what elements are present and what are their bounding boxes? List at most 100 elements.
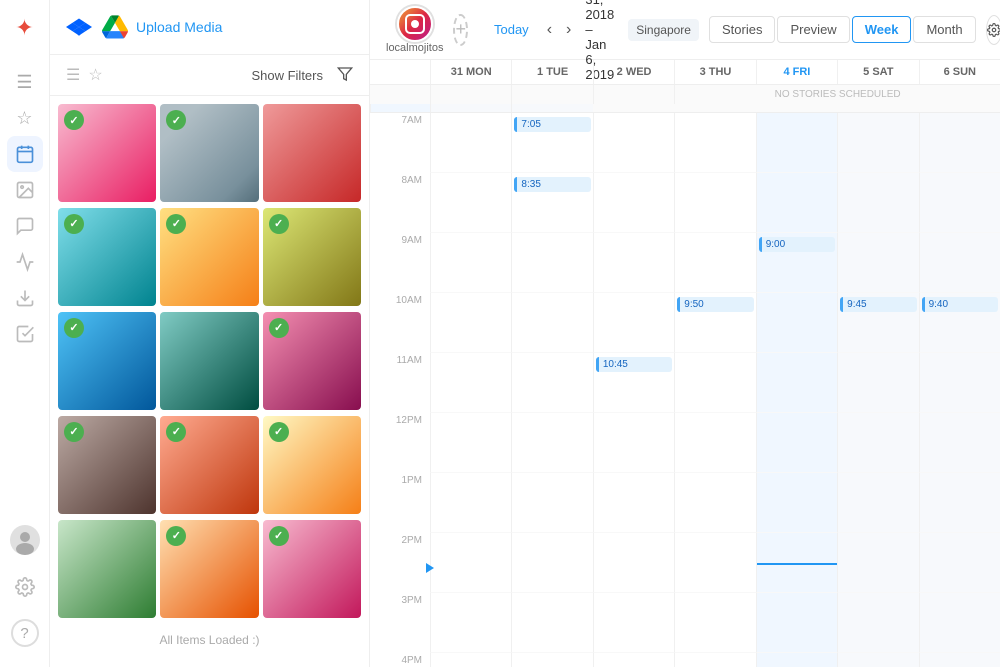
star-filter-icon[interactable]: ☆ xyxy=(88,65,102,85)
cal-cell[interactable] xyxy=(919,233,1000,293)
photo-item[interactable]: ✓ xyxy=(263,520,361,618)
cal-cell[interactable] xyxy=(430,533,511,593)
cal-cell[interactable] xyxy=(593,473,674,533)
show-filters-label[interactable]: Show Filters xyxy=(251,68,323,83)
cal-cell[interactable] xyxy=(593,593,674,653)
cal-cell[interactable] xyxy=(593,173,674,233)
cal-cell[interactable] xyxy=(919,353,1000,413)
calendar-event[interactable]: 7:05 xyxy=(514,117,590,132)
analytics-icon[interactable] xyxy=(7,244,43,280)
cal-cell[interactable]: 10:45 xyxy=(593,353,674,413)
cal-cell[interactable] xyxy=(430,593,511,653)
cal-cell[interactable] xyxy=(756,113,837,173)
cal-cell[interactable] xyxy=(674,653,755,667)
cal-cell[interactable] xyxy=(919,413,1000,473)
cal-cell[interactable] xyxy=(756,533,837,593)
photo-item[interactable]: ✓ xyxy=(160,416,258,514)
cal-cell[interactable]: 9:00 xyxy=(756,233,837,293)
cal-cell[interactable]: 9:40 xyxy=(919,293,1000,353)
cal-cell[interactable] xyxy=(593,113,674,173)
cal-cell[interactable] xyxy=(919,173,1000,233)
photo-item[interactable]: ✓ xyxy=(58,416,156,514)
cal-cell[interactable] xyxy=(511,473,592,533)
dropbox-icon[interactable] xyxy=(66,14,92,40)
help-icon[interactable]: ? xyxy=(11,619,39,647)
cal-cell[interactable] xyxy=(430,473,511,533)
photo-item[interactable] xyxy=(160,312,258,410)
calendar-event[interactable]: 10:45 xyxy=(596,357,672,372)
add-account-button[interactable]: + xyxy=(453,14,468,46)
account-wrapper[interactable]: localmojitos xyxy=(386,6,443,54)
calendar-icon[interactable] xyxy=(7,136,43,172)
calendar-event[interactable]: 9:00 xyxy=(759,237,835,252)
view-month-button[interactable]: Month xyxy=(913,16,975,43)
account-avatar[interactable] xyxy=(397,6,433,42)
photo-item[interactable]: ✓ xyxy=(160,104,258,202)
cal-cell[interactable] xyxy=(837,233,918,293)
cal-cell[interactable] xyxy=(511,533,592,593)
cal-cell[interactable] xyxy=(919,653,1000,667)
cal-cell[interactable] xyxy=(919,593,1000,653)
filter-icon[interactable] xyxy=(337,66,353,85)
google-drive-icon[interactable] xyxy=(102,14,128,40)
photo-item[interactable] xyxy=(58,520,156,618)
cal-cell[interactable]: 9:50 xyxy=(674,293,755,353)
cal-cell[interactable] xyxy=(837,653,918,667)
image-icon[interactable] xyxy=(7,172,43,208)
cal-cell[interactable] xyxy=(674,113,755,173)
cal-cell[interactable] xyxy=(837,593,918,653)
calendar-event[interactable]: 9:45 xyxy=(840,297,916,312)
tasks-icon[interactable] xyxy=(7,316,43,352)
cal-cell[interactable] xyxy=(919,113,1000,173)
calendar-event[interactable]: 9:50 xyxy=(677,297,753,312)
view-preview-button[interactable]: Preview xyxy=(777,16,849,43)
view-stories-button[interactable]: Stories xyxy=(709,16,775,43)
photo-item[interactable]: ✓ xyxy=(58,104,156,202)
cal-cell[interactable] xyxy=(674,353,755,413)
cal-cell[interactable] xyxy=(593,293,674,353)
cal-cell[interactable] xyxy=(837,533,918,593)
cal-cell[interactable] xyxy=(837,413,918,473)
cal-cell[interactable]: 8:35 xyxy=(511,173,592,233)
star-icon[interactable]: ☆ xyxy=(7,100,43,136)
calendar-event[interactable]: 8:35 xyxy=(514,177,590,192)
cal-cell[interactable] xyxy=(674,593,755,653)
cal-cell[interactable] xyxy=(430,353,511,413)
calendar-settings-button[interactable] xyxy=(986,15,1000,45)
cal-cell[interactable] xyxy=(837,473,918,533)
calendar-event[interactable]: 9:40 xyxy=(922,297,998,312)
prev-button[interactable]: ‹ xyxy=(543,17,556,43)
cal-cell[interactable] xyxy=(511,653,592,667)
chat-icon[interactable] xyxy=(7,208,43,244)
photo-item[interactable]: ✓ xyxy=(160,208,258,306)
cal-cell[interactable] xyxy=(511,353,592,413)
photo-item[interactable]: ✓ xyxy=(160,520,258,618)
cal-cell[interactable] xyxy=(756,293,837,353)
cal-cell[interactable] xyxy=(430,293,511,353)
cal-cell[interactable] xyxy=(674,413,755,473)
download-icon[interactable] xyxy=(7,280,43,316)
settings-icon[interactable] xyxy=(7,569,43,605)
cal-cell[interactable] xyxy=(593,233,674,293)
cal-cell[interactable] xyxy=(593,413,674,473)
cal-cell[interactable] xyxy=(837,353,918,413)
cal-cell[interactable]: 7:05 xyxy=(511,113,592,173)
cal-cell[interactable] xyxy=(674,233,755,293)
cal-cell[interactable] xyxy=(756,173,837,233)
cal-cell[interactable] xyxy=(674,533,755,593)
hamburger-icon[interactable]: ☰ xyxy=(66,65,80,85)
photo-item[interactable] xyxy=(263,104,361,202)
photo-item[interactable]: ✓ xyxy=(263,312,361,410)
cal-cell[interactable] xyxy=(430,653,511,667)
cal-cell[interactable] xyxy=(674,473,755,533)
cal-cell[interactable] xyxy=(919,533,1000,593)
cal-cell[interactable] xyxy=(511,233,592,293)
cal-cell[interactable] xyxy=(756,593,837,653)
cal-cell[interactable] xyxy=(430,233,511,293)
cal-cell[interactable] xyxy=(837,173,918,233)
cal-cell[interactable] xyxy=(593,653,674,667)
cal-cell[interactable] xyxy=(511,413,592,473)
cal-cell[interactable] xyxy=(756,473,837,533)
cal-cell[interactable]: 9:45 xyxy=(837,293,918,353)
cal-cell[interactable] xyxy=(837,113,918,173)
